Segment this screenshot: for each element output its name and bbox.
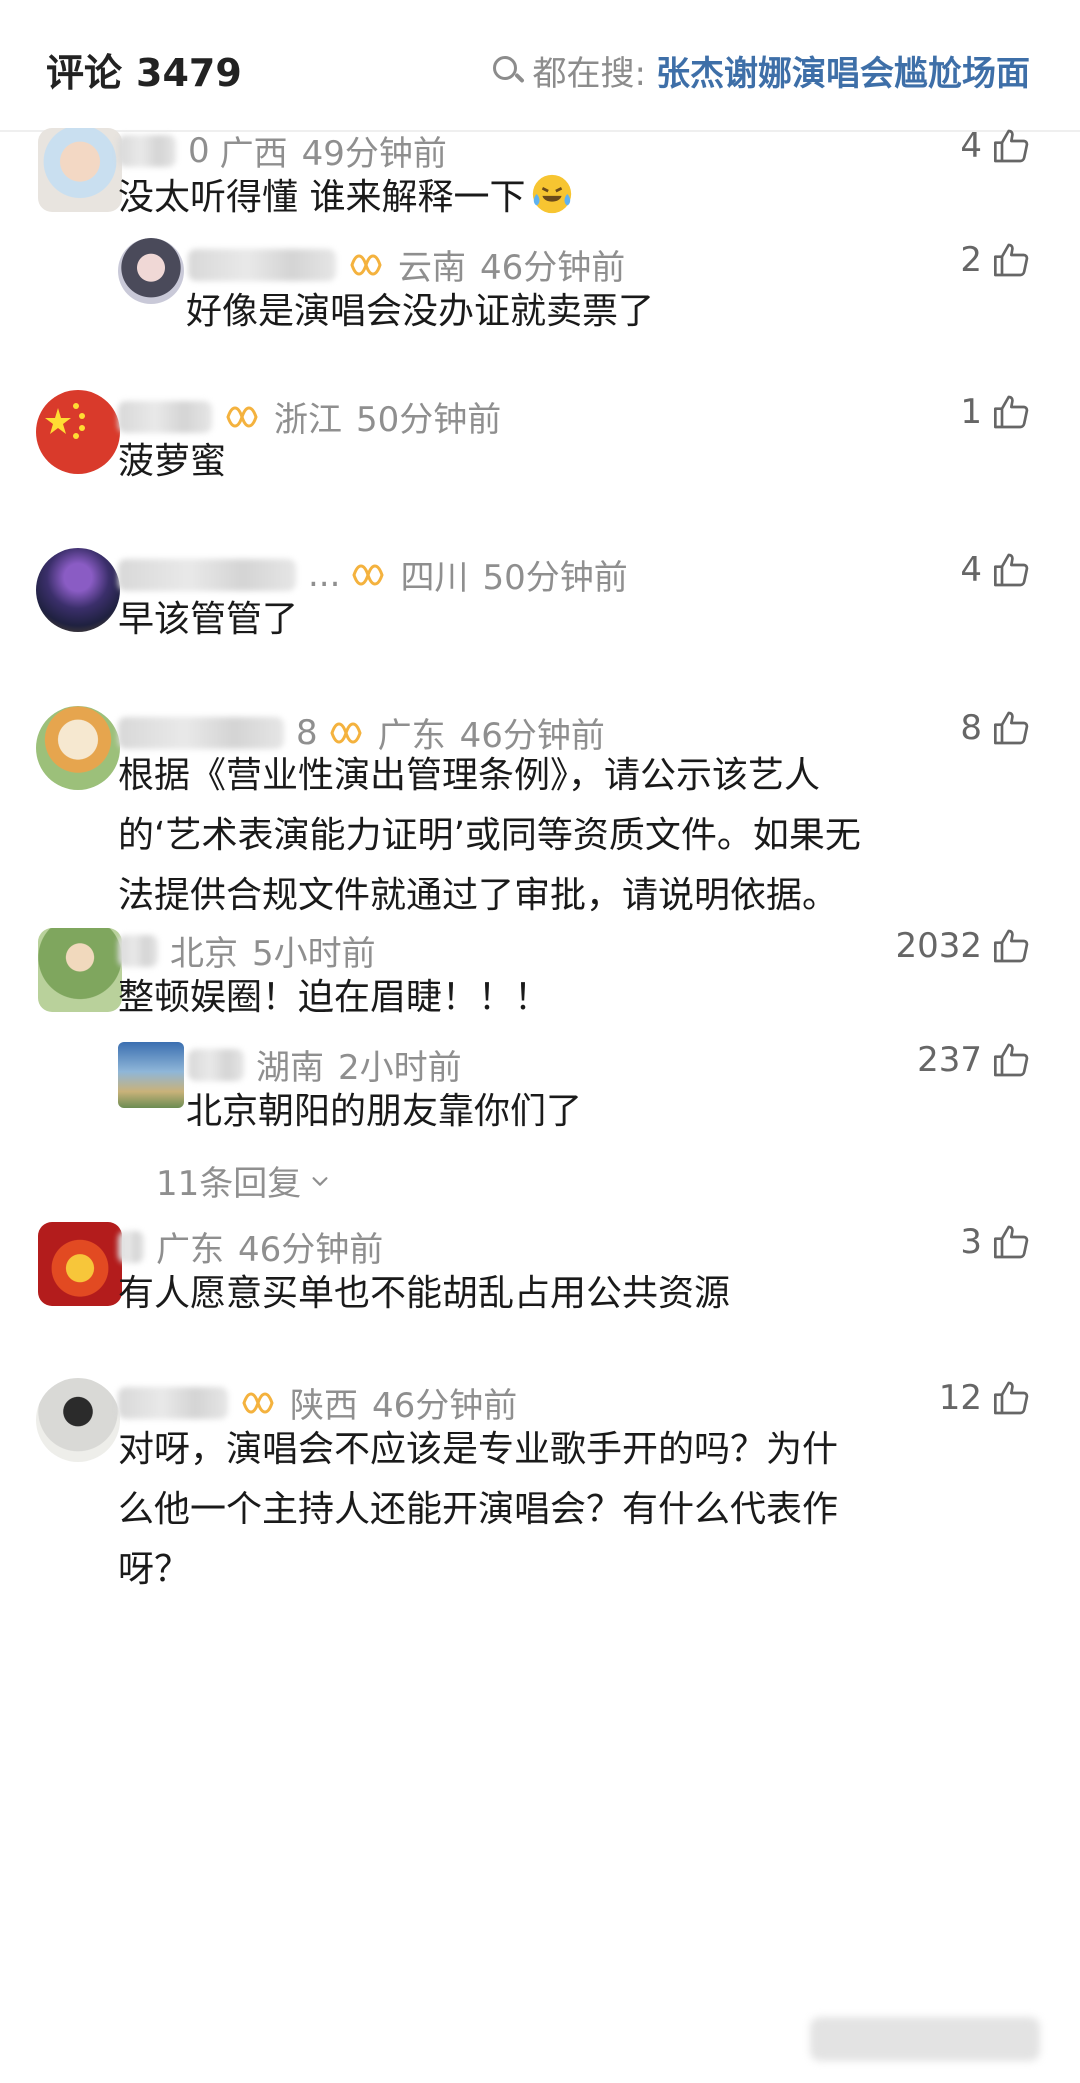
- like-button[interactable]: 12: [939, 1378, 1032, 1418]
- like-button[interactable]: 3: [960, 1222, 1032, 1262]
- username-blurred[interactable]: [188, 1048, 244, 1081]
- thumbs-up-icon: [994, 711, 1029, 745]
- comment-text-line: 根据《营业性演出管理条例》，请公示该艺人: [118, 755, 821, 796]
- username-blurred[interactable]: [118, 134, 176, 167]
- like-button[interactable]: 1: [960, 392, 1032, 432]
- username-blurred[interactable]: [188, 248, 336, 281]
- like-button[interactable]: 4: [960, 126, 1032, 166]
- search-icon: [491, 54, 525, 88]
- like-count: 1: [960, 392, 982, 432]
- more-replies-label: 11条回复: [156, 1164, 302, 1204]
- like-count: 3: [960, 1222, 982, 1262]
- comment-region: 四川: [400, 558, 469, 598]
- thumbs-up-icon: [994, 243, 1029, 277]
- thumbs-up-icon: [994, 553, 1029, 587]
- comment-text: 整顿娱圈！迫在眉睫！！！: [118, 977, 551, 1018]
- username-blurred[interactable]: [118, 934, 158, 967]
- like-count: 4: [960, 550, 982, 590]
- avatar[interactable]: [36, 706, 120, 790]
- like-count: 237: [917, 1040, 982, 1080]
- username-blurred[interactable]: [118, 400, 212, 433]
- thumbs-up-icon: [994, 395, 1029, 429]
- comment-text: 菠萝蜜: [118, 441, 227, 482]
- comment-text: 有人愿意买单也不能胡乱占用公共资源: [118, 1273, 731, 1314]
- vip-badge-icon: [350, 254, 382, 275]
- username-blurred[interactable]: [118, 1230, 144, 1263]
- avatar[interactable]: [38, 128, 122, 212]
- avatar[interactable]: [36, 548, 120, 632]
- reply-text: 好像是演唱会没办证就卖票了: [186, 291, 655, 332]
- hot-search-query[interactable]: 张杰谢娜演唱会尴尬场面: [656, 46, 1030, 95]
- comment-text-line: 法提供合规文件就通过了审批，请说明依据。: [118, 875, 839, 916]
- username-blurred[interactable]: [118, 716, 284, 749]
- like-count: 2: [960, 240, 982, 280]
- comment-text-line: 呀？: [118, 1549, 191, 1590]
- comments-total: 3479: [136, 51, 242, 95]
- reply-avatar[interactable]: [118, 1042, 184, 1108]
- hot-search-prefix: 都在搜:: [532, 54, 646, 94]
- more-replies-link[interactable]: 11条回复: [156, 1156, 331, 1205]
- reply-text: 北京朝阳的朋友靠你们了: [186, 1091, 583, 1132]
- comment-text: 没太听得懂 谁来解释一下: [118, 168, 575, 228]
- like-count: 12: [938, 1378, 982, 1418]
- comment-text: 对呀，演唱会不应该是专业歌手开的吗？为什 么他一个主持人还能开演唱会？有什么代表…: [118, 1420, 838, 1600]
- hot-search-bar[interactable]: 都在搜: 张杰谢娜演唱会尴尬场面: [491, 46, 1030, 95]
- username-blurred[interactable]: [118, 1386, 228, 1419]
- comment-count: 评论 3479: [46, 42, 242, 97]
- thumbs-up-icon: [994, 929, 1029, 963]
- reply-like-button[interactable]: 2: [960, 240, 1032, 280]
- thumbs-up-icon: [994, 1043, 1029, 1077]
- vip-badge-icon: [242, 1392, 274, 1413]
- comment-text: 早该管管了: [118, 599, 299, 640]
- comment-time: 50分钟前: [356, 400, 502, 440]
- thumbs-up-icon: [994, 1381, 1029, 1415]
- username-blurred[interactable]: [118, 558, 296, 591]
- like-count: 8: [960, 708, 982, 748]
- thumbs-up-icon: [994, 129, 1029, 163]
- reply-like-button[interactable]: 237: [917, 1040, 1032, 1080]
- crying-laughing-emoji-icon: [533, 174, 572, 214]
- comment-text-line: 对呀，演唱会不应该是专业歌手开的吗？为什: [118, 1429, 839, 1470]
- avatar[interactable]: [38, 928, 122, 1012]
- like-button[interactable]: 2032: [895, 926, 1032, 966]
- comment-text: 根据《营业性演出管理条例》，请公示该艺人 的‘艺术表演能力证明’或同等资质文件。…: [118, 746, 861, 926]
- like-count: 2032: [895, 926, 982, 966]
- comments-header: 评论 3479 都在搜: 张杰谢娜演唱会尴尬场面: [0, 0, 1080, 132]
- reply-avatar[interactable]: [118, 238, 184, 304]
- username-suffix: 0: [188, 130, 210, 171]
- watermark: [810, 2017, 1040, 2061]
- vip-badge-icon: [226, 406, 258, 427]
- comment-time: 50分钟前: [482, 558, 628, 598]
- like-button[interactable]: 8: [960, 708, 1032, 748]
- comment-text-line: 的‘艺术表演能力证明’或同等资质文件。如果无: [118, 815, 861, 856]
- avatar[interactable]: [38, 1222, 122, 1306]
- comments-title: 评论: [46, 51, 123, 95]
- username-suffix: ...: [308, 554, 341, 595]
- avatar[interactable]: [36, 390, 120, 474]
- comment-text-line: 么他一个主持人还能开演唱会？有什么代表作: [118, 1489, 839, 1530]
- vip-badge-icon: [330, 722, 362, 743]
- like-button[interactable]: 4: [960, 550, 1032, 590]
- thumbs-up-icon: [994, 1225, 1029, 1259]
- avatar[interactable]: [36, 1378, 120, 1462]
- like-count: 4: [960, 126, 982, 166]
- chevron-down-icon: [312, 1176, 328, 1186]
- comment-region: 浙江: [274, 400, 342, 440]
- vip-badge-icon: [352, 564, 385, 585]
